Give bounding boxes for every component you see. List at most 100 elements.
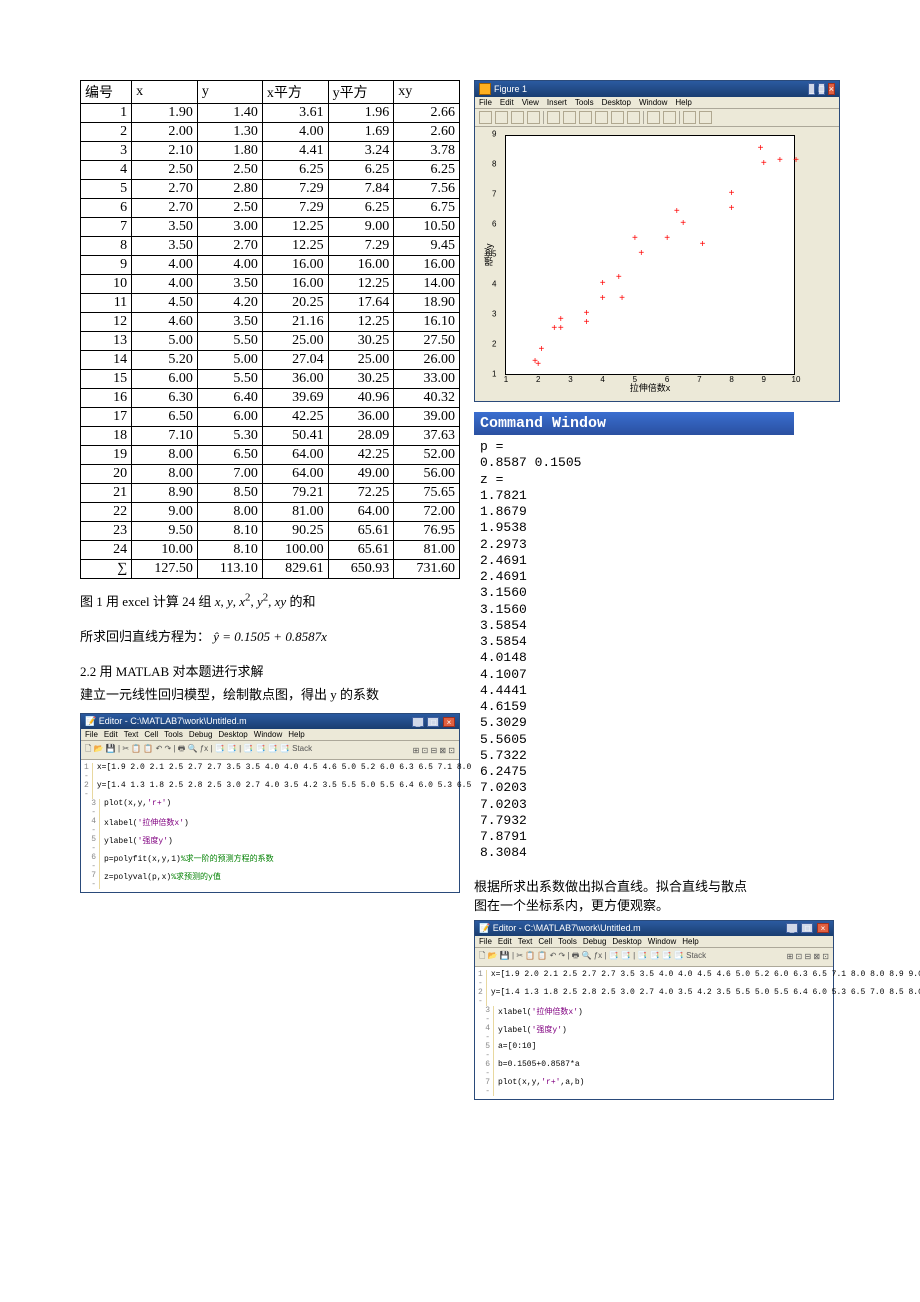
table-row: 187.105.3050.4128.0937.63 (81, 427, 460, 446)
table-row: 198.006.5064.0042.2552.00 (81, 446, 460, 465)
table-row: 176.506.0042.2536.0039.00 (81, 408, 460, 427)
table-header: 编号 (81, 81, 132, 104)
table-header: y平方 (328, 81, 394, 104)
figure-titlebar[interactable]: Figure 1 _ □ × (475, 81, 839, 97)
editor-toolbar[interactable]: 🗋 📂 💾 | ✂ 📋 📋 ↶ ↷ | 🖶 🔍 ƒx | 📑 📑 | 📑 📑 📑… (475, 948, 833, 967)
minimize-icon[interactable]: _ (412, 717, 424, 727)
menu-item[interactable]: Desktop (612, 937, 641, 946)
menu-item[interactable]: Desktop (602, 98, 631, 107)
menu-item[interactable]: File (479, 937, 492, 946)
data-point: + (616, 273, 622, 283)
menu-item[interactable]: Text (124, 730, 139, 739)
table-row: 83.502.7012.257.299.45 (81, 237, 460, 256)
data-point: + (777, 156, 783, 166)
figure-icon (479, 83, 491, 95)
data-table: 编号xyx平方y平方xy 11.901.403.611.962.6622.001… (80, 80, 460, 579)
editor-toolbar[interactable]: 🗋 📂 💾 | ✂ 📋 📋 ↶ ↷ | 🖶 🔍 ƒx | 📑 📑 | 📑 📑 📑… (81, 741, 459, 760)
scatter-plot: 拉伸倍数x 强度y 12345678910123456789++++++++++… (505, 135, 795, 375)
menu-item[interactable]: Edit (104, 730, 118, 739)
data-point: + (758, 144, 764, 154)
close-icon[interactable]: × (443, 717, 455, 727)
table-row: 208.007.0064.0049.0056.00 (81, 465, 460, 484)
data-point: + (680, 219, 686, 229)
data-point: + (674, 207, 680, 217)
data-point: + (793, 156, 799, 166)
command-output: p = 0.8587 0.1505z = 1.7821 1.8679 1.953… (474, 435, 794, 866)
menu-item[interactable]: Help (288, 730, 304, 739)
maximize-icon[interactable]: □ (427, 717, 439, 727)
paragraph: 根据所求出系数做出拟合直线。拟合直线与散点 图在一个坐标系内，更方便观察。 (474, 876, 840, 914)
menu-item[interactable]: Cell (538, 937, 552, 946)
matlab-editor-1: 📝 Editor - C:\MATLAB7\work\Untitled.m _ … (80, 713, 460, 893)
menu-item[interactable]: View (522, 98, 539, 107)
menu-item[interactable]: Tools (558, 937, 577, 946)
menu-item[interactable]: Window (254, 730, 282, 739)
close-icon[interactable]: × (828, 83, 835, 95)
close-icon[interactable]: × (817, 923, 829, 933)
regression-equation: 所求回归直线方程为： ŷ = 0.1505 + 0.8587x (80, 626, 460, 645)
editor-menu[interactable]: File Edit Text Cell Tools Debug Desktop Window H… (475, 936, 833, 948)
menu-item[interactable]: Window (648, 937, 676, 946)
table-row: 32.101.804.413.243.78 (81, 142, 460, 161)
table-row: 124.603.5021.1612.2516.10 (81, 313, 460, 332)
data-point: + (600, 294, 606, 304)
data-point: + (700, 240, 706, 250)
table-row: 218.908.5079.2172.2575.65 (81, 484, 460, 503)
data-point: + (638, 249, 644, 259)
editor-titlebar[interactable]: 📝 Editor - C:\MATLAB7\work\Untitled.m _ … (475, 921, 833, 936)
data-point: + (632, 234, 638, 244)
maximize-icon[interactable]: □ (801, 923, 813, 933)
data-point: + (729, 189, 735, 199)
table-row: 2410.008.10100.0065.6181.00 (81, 541, 460, 560)
command-title: Command Window (474, 412, 794, 435)
table-row: 62.702.507.296.256.75 (81, 199, 460, 218)
matlab-editor-2: 📝 Editor - C:\MATLAB7\work\Untitled.m _ … (474, 920, 834, 1100)
table-header: xy (394, 81, 460, 104)
table-row: 135.005.5025.0030.2527.50 (81, 332, 460, 351)
menu-item[interactable]: Help (682, 937, 698, 946)
menu-item[interactable]: Tools (575, 98, 594, 107)
menu-item[interactable]: Desktop (218, 730, 247, 739)
data-point: + (761, 159, 767, 169)
data-point: + (664, 234, 670, 244)
minimize-icon[interactable]: _ (808, 83, 815, 95)
menu-item[interactable]: File (479, 98, 492, 107)
data-point: + (600, 279, 606, 289)
table-row: 22.001.304.001.692.60 (81, 123, 460, 142)
table-row: 11.901.403.611.962.66 (81, 104, 460, 123)
maximize-icon[interactable]: □ (818, 83, 825, 95)
x-axis-label: 拉伸倍数x (506, 381, 794, 394)
table-row: ∑127.50113.10829.61650.93731.60 (81, 560, 460, 579)
data-point: + (551, 324, 557, 334)
table-row: 52.702.807.297.847.56 (81, 180, 460, 199)
menu-item[interactable]: Debug (189, 730, 213, 739)
menu-item[interactable]: Insert (547, 98, 567, 107)
menu-item[interactable]: Tools (164, 730, 183, 739)
table-header: x (132, 81, 198, 104)
menu-item[interactable]: Debug (583, 937, 607, 946)
menu-item[interactable]: Edit (500, 98, 514, 107)
menu-item[interactable]: Help (675, 98, 691, 107)
data-point: + (558, 324, 564, 334)
table-header: y (197, 81, 262, 104)
menu-item[interactable]: Text (518, 937, 533, 946)
figure-menu[interactable]: File Edit View Insert Tools Desktop Window Help (475, 97, 839, 109)
table-row: 42.502.506.256.256.25 (81, 161, 460, 180)
table-row: 229.008.0081.0064.0072.00 (81, 503, 460, 522)
menu-item[interactable]: Edit (498, 937, 512, 946)
section-body: 建立一元线性回归模型，绘制散点图，得出 y 的系数 (80, 684, 460, 703)
table-row: 73.503.0012.259.0010.50 (81, 218, 460, 237)
section-heading: 2.2 用 MATLAB 对本题进行求解 (80, 661, 460, 680)
editor-titlebar[interactable]: 📝 Editor - C:\MATLAB7\work\Untitled.m _ … (81, 714, 459, 729)
figure-toolbar[interactable] (475, 109, 839, 127)
menu-item[interactable]: File (85, 730, 98, 739)
menu-item[interactable]: Window (639, 98, 667, 107)
editor-menu[interactable]: File Edit Text Cell Tools Debug Desktop Window H… (81, 729, 459, 741)
table-row: 145.205.0027.0425.0026.00 (81, 351, 460, 370)
table-row: 156.005.5036.0030.2533.00 (81, 370, 460, 389)
figure-caption: 图 1 用 excel 计算 24 组 x, y, x2, y2, xy 的和 (80, 591, 460, 610)
menu-item[interactable]: Cell (144, 730, 158, 739)
data-point: + (729, 204, 735, 214)
minimize-icon[interactable]: _ (786, 923, 798, 933)
matlab-figure-window: Figure 1 _ □ × File Edit View Insert Tools De… (474, 80, 840, 402)
